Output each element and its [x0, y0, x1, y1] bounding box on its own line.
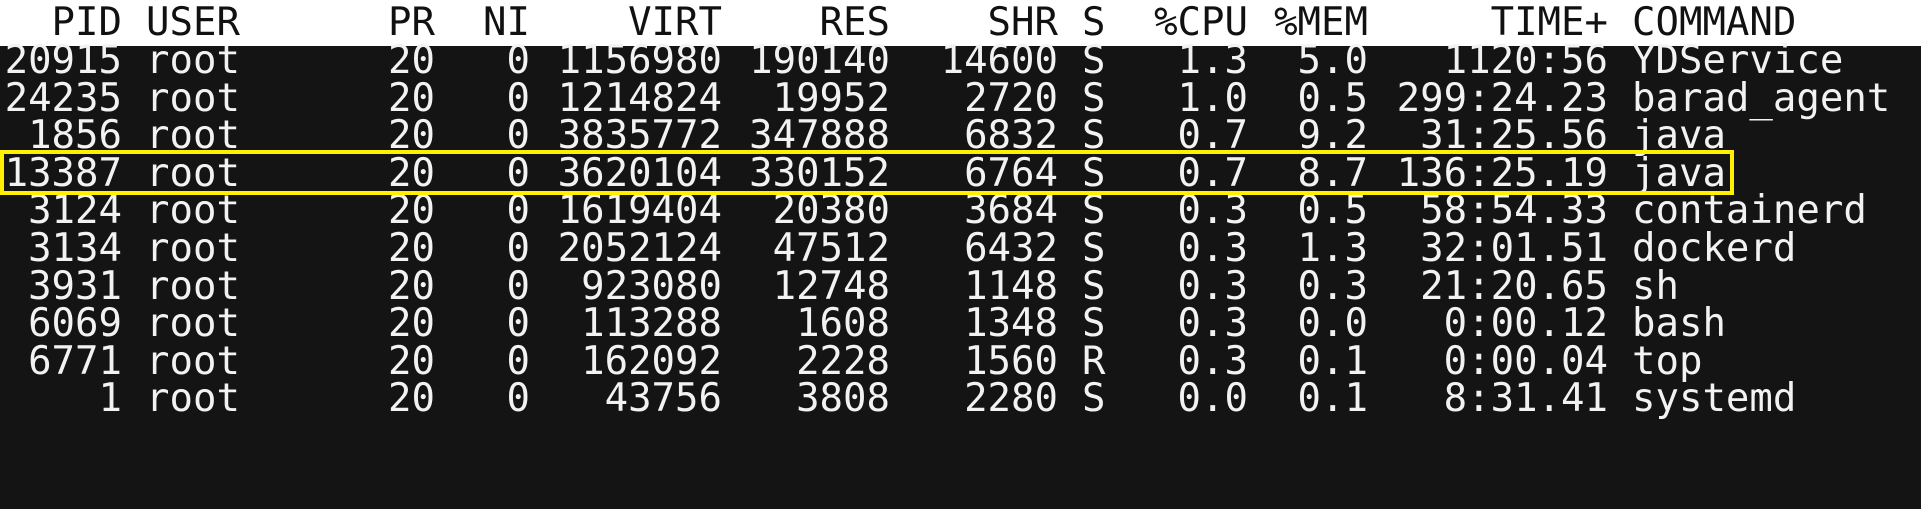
priority-cell: 20 — [388, 376, 435, 422]
mem-cell: 0.1 — [1297, 376, 1368, 422]
user-cell: root — [146, 376, 240, 422]
nice-cell: 0 — [506, 376, 530, 422]
pid-cell: 1 — [98, 376, 122, 422]
time-cell: 8:31.41 — [1443, 376, 1608, 422]
process-row[interactable]: 1 root 20 0 43756 3808 2280 S 0.0 0.1 8:31.41 syste… — [0, 376, 1921, 422]
cpu-cell: 0.0 — [1177, 376, 1248, 422]
command-cell: systemd — [1632, 376, 1797, 422]
virt-cell: 43756 — [604, 376, 722, 422]
top-process-table: PID USER PR NI VIRT RES SHR S %CPU %MEM … — [0, 0, 1921, 509]
res-cell: 3808 — [796, 376, 890, 422]
state-cell: S — [1082, 376, 1106, 422]
shr-cell: 2280 — [964, 376, 1058, 422]
